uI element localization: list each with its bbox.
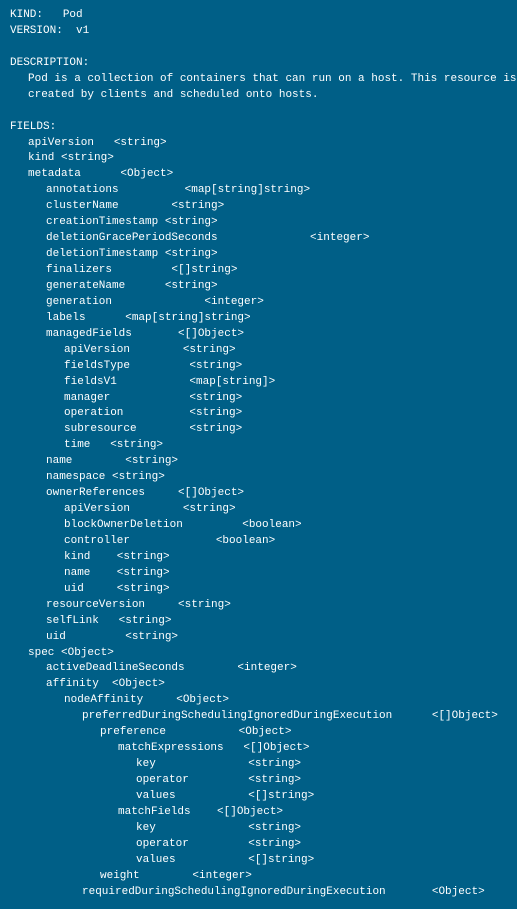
field-line: operator <string> [10, 773, 507, 789]
field-line: kind <string> [10, 550, 507, 566]
field-line: matchFields <[]Object> [10, 805, 507, 821]
field-line: uid <string> [10, 582, 507, 598]
field-line: deletionTimestamp <string> [10, 247, 507, 263]
field-line: apiVersion <string> [10, 136, 507, 152]
field-line: preference <Object> [10, 725, 507, 741]
field-line: namespace <string> [10, 470, 507, 486]
field-line: subresource <string> [10, 422, 507, 438]
field-line: fieldsV1 <map[string]> [10, 375, 507, 391]
field-line: time <string> [10, 438, 507, 454]
kind-line: KIND: Pod [10, 8, 507, 24]
field-line: matchExpressions <[]Object> [10, 741, 507, 757]
blank-line-1 [10, 40, 507, 56]
version-value: v1 [76, 25, 89, 37]
field-line: values <[]string> [10, 853, 507, 869]
field-line: labels <map[string]string> [10, 311, 507, 327]
field-line: name <string> [10, 566, 507, 582]
field-line: clusterName <string> [10, 199, 507, 215]
field-line: affinity <Object> [10, 677, 507, 693]
version-line: VERSION: v1 [10, 24, 507, 40]
kind-value: Pod [63, 9, 83, 21]
field-line: controller <boolean> [10, 534, 507, 550]
field-line: kind <string> [10, 151, 507, 167]
description-text: Pod is a collection of containers that c… [10, 72, 507, 104]
field-line: name <string> [10, 454, 507, 470]
blank-line-2 [10, 104, 507, 120]
version-label: VERSION: [10, 25, 63, 37]
description-line: Pod is a collection of containers that c… [10, 72, 507, 88]
field-line: manager <string> [10, 391, 507, 407]
description-line: created by clients and scheduled onto ho… [10, 88, 507, 104]
field-line: uid <string> [10, 630, 507, 646]
fields-label: FIELDS: [10, 120, 507, 136]
field-line: activeDeadlineSeconds <integer> [10, 661, 507, 677]
field-line: generation <integer> [10, 295, 507, 311]
field-line: operator <string> [10, 837, 507, 853]
field-line: managedFields <[]Object> [10, 327, 507, 343]
field-line: annotations <map[string]string> [10, 183, 507, 199]
field-line: fieldsType <string> [10, 359, 507, 375]
field-line: apiVersion <string> [10, 343, 507, 359]
field-line: resourceVersion <string> [10, 598, 507, 614]
field-line: selfLink <string> [10, 614, 507, 630]
fields-list: apiVersion <string>kind <string>metadata… [10, 136, 507, 901]
field-line: nodeAffinity <Object> [10, 693, 507, 709]
field-line: preferredDuringSchedulingIgnoredDuringEx… [10, 709, 507, 725]
kind-label: KIND: [10, 9, 43, 21]
field-line: spec <Object> [10, 646, 507, 662]
field-line: apiVersion <string> [10, 502, 507, 518]
field-line: key <string> [10, 757, 507, 773]
field-line: ownerReferences <[]Object> [10, 486, 507, 502]
field-line: blockOwnerDeletion <boolean> [10, 518, 507, 534]
field-line: key <string> [10, 821, 507, 837]
field-line: generateName <string> [10, 279, 507, 295]
field-line: finalizers <[]string> [10, 263, 507, 279]
field-line: metadata <Object> [10, 167, 507, 183]
field-line: values <[]string> [10, 789, 507, 805]
field-line: deletionGracePeriodSeconds <integer> [10, 231, 507, 247]
field-line: creationTimestamp <string> [10, 215, 507, 231]
description-label: DESCRIPTION: [10, 56, 507, 72]
field-line: weight <integer> [10, 869, 507, 885]
field-line: operation <string> [10, 406, 507, 422]
field-line: requiredDuringSchedulingIgnoredDuringExe… [10, 885, 507, 901]
